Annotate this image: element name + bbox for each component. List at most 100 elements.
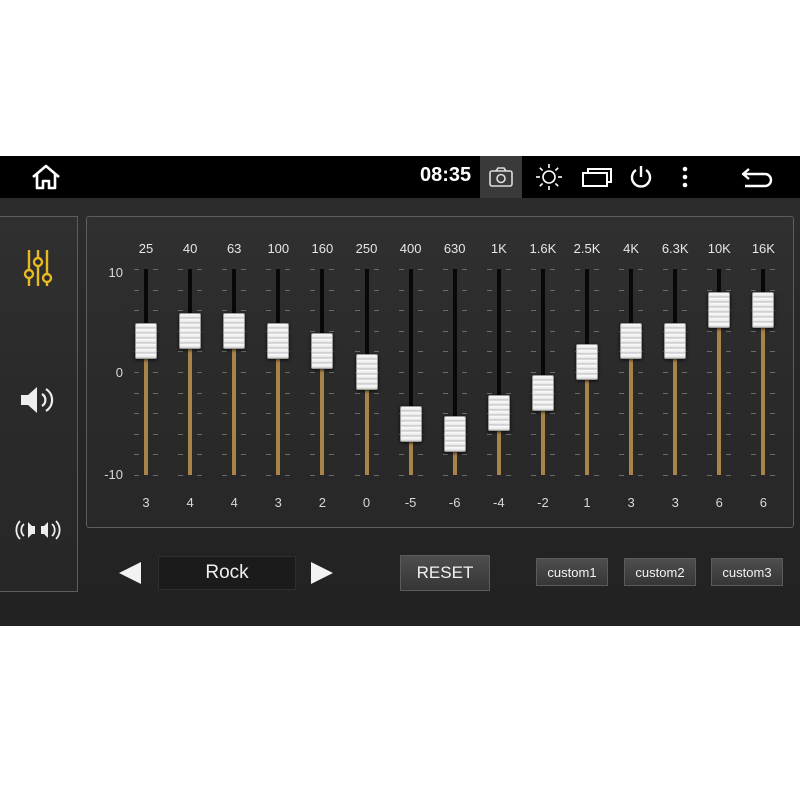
band-slider-knob[interactable] [752, 292, 775, 329]
slider-tick [197, 413, 203, 415]
prev-preset-button[interactable] [116, 559, 144, 587]
band-value-label: -4 [493, 495, 505, 510]
band-slider-knob[interactable] [179, 312, 202, 349]
band-slider-knob[interactable] [443, 415, 466, 452]
slider-tick [197, 392, 203, 394]
slider-tick [751, 269, 757, 270]
slider-tick [134, 269, 139, 270]
more-vertical-icon[interactable] [672, 162, 698, 192]
band-frequency-label: 400 [399, 241, 422, 256]
slider-tick [241, 310, 247, 312]
slider-tick [505, 330, 511, 332]
slider-tick [178, 392, 184, 394]
band-slider-knob[interactable] [487, 395, 510, 432]
slider-tick [770, 289, 776, 291]
slider-tick [726, 433, 732, 435]
slider-tick [726, 351, 732, 353]
slider-tick [310, 413, 316, 415]
home-icon[interactable] [28, 162, 64, 192]
slider-tick [373, 475, 379, 476]
band-slider-knob[interactable] [576, 343, 598, 380]
slider-tick [505, 475, 511, 476]
slider-tick [530, 372, 536, 373]
slider-tick [373, 454, 379, 456]
band-slider-knob[interactable] [708, 292, 731, 329]
slider-tick [594, 413, 599, 415]
slider-tick [486, 454, 492, 456]
band-slider-knob[interactable] [399, 405, 422, 442]
slider-tick [707, 351, 713, 353]
slider-tick [751, 413, 757, 415]
slider-tick [442, 351, 448, 353]
slider-tick [505, 351, 511, 353]
slider-tick [241, 475, 247, 476]
slider-tick [530, 413, 536, 415]
slider-tick [707, 392, 713, 394]
slider-tick [153, 475, 158, 476]
band-slider-knob[interactable] [664, 323, 687, 360]
slider-tick [197, 454, 203, 456]
next-preset-button[interactable] [308, 559, 336, 587]
slider-tick [310, 433, 316, 435]
slider-tick [619, 289, 625, 291]
custom3-button[interactable]: custom3 [711, 558, 783, 586]
slider-tick [682, 433, 688, 435]
slider-tick [222, 433, 228, 435]
slider-tick [638, 289, 644, 291]
camera-icon[interactable] [480, 156, 522, 198]
slider-tick [329, 330, 335, 332]
slider-tick [505, 372, 511, 373]
side-menu-volume[interactable] [13, 379, 63, 425]
slider-tick [663, 289, 669, 291]
band-value-label: -6 [448, 495, 461, 510]
slider-tick [329, 310, 335, 312]
band-slider-fill [673, 341, 678, 475]
band-slider-knob[interactable] [531, 374, 554, 411]
custom2-button[interactable]: custom2 [624, 558, 696, 586]
slider-tick [638, 310, 644, 312]
band-slider-knob[interactable] [267, 323, 290, 360]
slider-tick [619, 433, 625, 435]
side-menu-balance[interactable] [13, 509, 63, 555]
slider-tick [461, 475, 467, 476]
slider-tick [619, 454, 625, 456]
band-slider-knob[interactable] [135, 323, 157, 360]
slider-tick [770, 454, 776, 456]
band-value-label: 2 [318, 495, 326, 510]
slider-tick [197, 351, 203, 353]
slider-tick [549, 413, 555, 415]
slider-tick [619, 310, 625, 312]
power-icon[interactable] [626, 162, 656, 192]
slider-tick [619, 475, 625, 476]
slider-tick [373, 289, 379, 291]
slider-tick [354, 392, 360, 394]
band-slider-fill [232, 330, 237, 475]
slider-tick [707, 330, 713, 332]
slider-tick [222, 310, 228, 312]
slider-tick [197, 269, 203, 270]
band-slider-knob[interactable] [355, 354, 378, 390]
slider-tick [486, 330, 492, 332]
window-icon[interactable] [580, 162, 614, 192]
axis-min-label: -10 [104, 467, 123, 482]
slider-tick [575, 413, 580, 415]
band-slider-fill [276, 341, 281, 475]
slider-tick [310, 310, 316, 312]
custom1-button[interactable]: custom1 [536, 558, 608, 586]
slider-tick [266, 289, 272, 291]
band-slider-knob[interactable] [620, 323, 643, 360]
slider-tick [178, 310, 184, 312]
back-icon[interactable] [738, 162, 776, 192]
band-slider-knob[interactable] [311, 333, 334, 370]
slider-tick [310, 269, 316, 270]
brightness-icon[interactable] [534, 162, 564, 192]
side-menu-equalizer[interactable] [13, 247, 63, 293]
reset-button[interactable]: RESET [400, 555, 490, 591]
slider-tick [707, 413, 713, 415]
band-slider-knob[interactable] [223, 312, 246, 349]
band-frequency-label: 40 [182, 241, 198, 256]
band-frequency-label: 16K [751, 241, 775, 256]
slider-tick [707, 454, 713, 456]
slider-tick [530, 475, 536, 476]
slider-tick [178, 269, 184, 270]
